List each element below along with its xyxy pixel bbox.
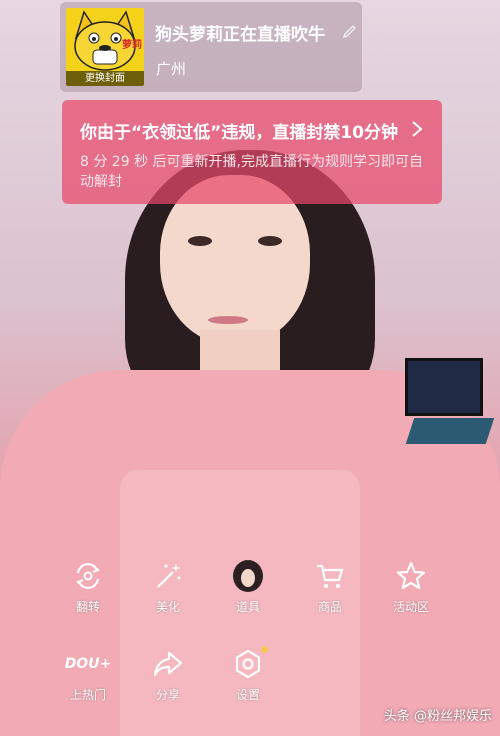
ban-notice-title[interactable]: 你由于“衣领过低”违规，直播封禁10分钟 [80, 118, 398, 143]
hexagon-settings-icon [235, 649, 261, 679]
flip-button[interactable]: 翻转 [58, 560, 118, 615]
pencil-icon[interactable] [342, 22, 358, 38]
stream-title[interactable]: 狗头萝莉正在直播吹牛 [155, 20, 325, 45]
streamer-eye-right [258, 236, 282, 246]
activity-button[interactable]: 活动区 [381, 560, 441, 615]
streamer-lips [208, 316, 248, 324]
star-icon [396, 561, 426, 590]
flip-camera-icon [76, 563, 100, 589]
watermark: 头条 @粉丝邦娱乐 [383, 709, 492, 724]
settings-button[interactable]: 设置 [218, 646, 278, 703]
avatar-badge: 萝莉 [122, 40, 142, 51]
products-button[interactable]: 商品 [300, 560, 360, 615]
dou-plus-icon: DOU+ [64, 656, 112, 672]
ban-notice-body: 8 分 29 秒 后可重新开播,完成直播行为规则学习即可自动解封 [80, 154, 423, 190]
props-label: 道具 [235, 600, 260, 614]
cover-avatar[interactable]: 萝莉 更换封面 [66, 8, 144, 86]
share-button[interactable]: 分享 [138, 648, 198, 703]
flip-label: 翻转 [75, 600, 100, 614]
streamer-eye-left [188, 236, 212, 246]
chevron-right-icon [412, 121, 423, 137]
sticker-icon [233, 560, 263, 592]
settings-label: 设置 [235, 688, 260, 702]
props-button[interactable]: 道具 [218, 560, 278, 615]
share-label: 分享 [155, 688, 180, 702]
share-icon [153, 651, 183, 677]
products-label: 商品 [317, 600, 342, 614]
cart-icon [317, 564, 344, 588]
dou-plus-label: 上热门 [69, 688, 106, 702]
magic-wand-icon [157, 563, 181, 588]
activity-label: 活动区 [392, 600, 429, 614]
change-cover-label[interactable]: 更换封面 [66, 71, 144, 86]
background-monitor [405, 358, 483, 416]
notification-dot [261, 646, 268, 653]
beauty-button[interactable]: 美化 [138, 560, 198, 615]
stream-location[interactable]: 广州 [156, 58, 186, 79]
beauty-label: 美化 [155, 600, 180, 614]
background-keyboard [405, 418, 495, 444]
dou-plus-button[interactable]: DOU+ 上热门 [58, 648, 118, 703]
